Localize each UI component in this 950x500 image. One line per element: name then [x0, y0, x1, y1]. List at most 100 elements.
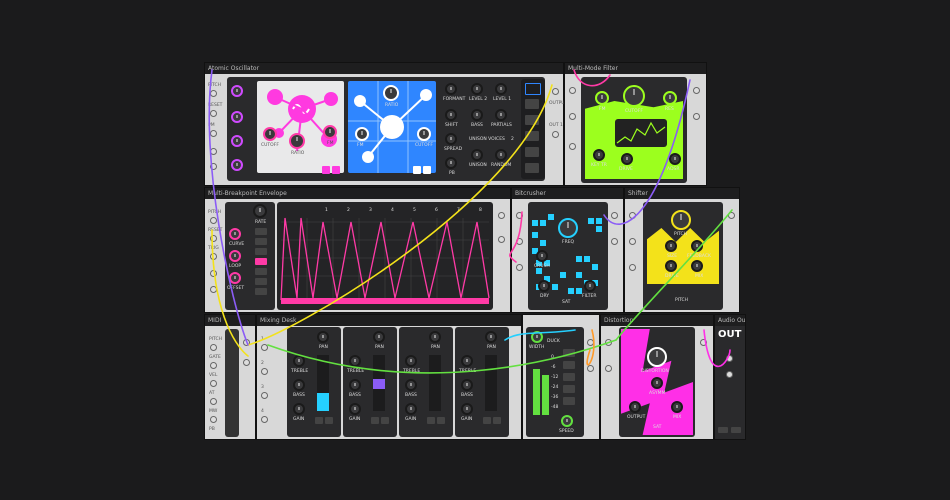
reset-jack[interactable] [210, 110, 217, 117]
mix-knob[interactable] [671, 401, 683, 413]
pan-knob[interactable] [317, 331, 329, 343]
treble-knob[interactable] [405, 355, 417, 367]
voice-button[interactable] [525, 99, 539, 109]
jack[interactable] [693, 113, 700, 120]
voice-button[interactable] [525, 163, 539, 173]
sat-label[interactable]: SAT [562, 300, 570, 305]
cutoff-knob-1[interactable] [263, 127, 277, 141]
asymm-knob[interactable] [651, 377, 663, 389]
drive-knob[interactable] [621, 153, 633, 165]
jack[interactable] [243, 359, 250, 366]
envelope-graph[interactable] [205, 188, 510, 312]
out1-jack[interactable] [552, 131, 559, 138]
output-jack[interactable] [498, 236, 505, 243]
meter-button[interactable] [563, 361, 575, 369]
output-jack[interactable] [728, 212, 735, 219]
unison-voices-value[interactable]: 2 [511, 137, 514, 142]
pb-knob[interactable] [231, 159, 243, 171]
output-jack[interactable] [552, 88, 559, 95]
meter-button[interactable] [563, 397, 575, 405]
voice-button[interactable] [525, 83, 541, 95]
mute-button[interactable] [427, 417, 435, 424]
feedback-knob[interactable] [691, 240, 703, 252]
output-knob[interactable] [629, 401, 641, 413]
gain-knob[interactable] [405, 403, 417, 415]
pm-jack[interactable] [210, 130, 217, 137]
fm-knob[interactable] [595, 91, 609, 105]
shift-knob[interactable] [231, 111, 243, 123]
jack[interactable] [210, 148, 217, 155]
unison-knob[interactable] [471, 149, 483, 161]
solo-button[interactable] [325, 417, 333, 424]
vel-jack[interactable] [210, 380, 217, 387]
res-knob[interactable] [663, 91, 677, 105]
level-2-knob[interactable] [471, 83, 483, 95]
pitch-knob[interactable] [671, 210, 691, 230]
spread-knob[interactable] [445, 133, 457, 145]
jack[interactable] [629, 212, 636, 219]
channel-3-fader[interactable] [429, 355, 441, 411]
jack[interactable] [693, 87, 700, 94]
jack[interactable] [243, 339, 250, 346]
cutoff-knob[interactable] [623, 85, 645, 107]
output-jack[interactable] [587, 339, 594, 346]
output-jack[interactable] [498, 212, 505, 219]
meter-button[interactable] [563, 349, 575, 357]
mw-jack[interactable] [210, 416, 217, 423]
sat-label[interactable]: SAT [653, 425, 661, 430]
channel-jack[interactable] [261, 392, 268, 399]
at-jack[interactable] [210, 398, 217, 405]
mute-button[interactable] [315, 417, 323, 424]
treble-knob[interactable] [349, 355, 361, 367]
out-left-jack[interactable] [726, 355, 733, 362]
dry-knob[interactable] [538, 280, 550, 292]
output-jack[interactable] [700, 339, 707, 346]
distortion-knob[interactable] [647, 347, 667, 367]
fm-knob-1[interactable] [323, 125, 337, 139]
treble-knob[interactable] [461, 355, 473, 367]
jack[interactable] [605, 365, 612, 372]
crush-knob[interactable] [536, 250, 548, 262]
pitch-jack[interactable] [210, 90, 217, 97]
pitch-mode-label[interactable]: PITCH [675, 298, 688, 303]
treble-knob[interactable] [293, 355, 305, 367]
jack[interactable] [210, 163, 217, 170]
size-knob[interactable] [665, 240, 677, 252]
op1-button[interactable] [322, 166, 330, 174]
jack[interactable] [629, 264, 636, 271]
formant-knob[interactable] [445, 83, 457, 95]
cutoff-knob-2[interactable] [417, 127, 431, 141]
op2-button[interactable] [423, 166, 431, 174]
op1-button[interactable] [332, 166, 340, 174]
bass-knob[interactable] [461, 379, 473, 391]
random-knob[interactable] [495, 149, 507, 161]
width-knob[interactable] [531, 331, 543, 343]
pitch-jack[interactable] [210, 344, 217, 351]
bass-knob[interactable] [471, 109, 483, 121]
channel-4-fader[interactable] [485, 355, 497, 411]
adsr-knob[interactable] [669, 153, 681, 165]
solo-button[interactable] [437, 417, 445, 424]
freq-knob[interactable] [558, 218, 578, 238]
jack[interactable] [605, 339, 612, 346]
pan-knob[interactable] [429, 331, 441, 343]
out-right-jack[interactable] [726, 371, 733, 378]
jack[interactable] [629, 238, 636, 245]
bass-knob[interactable] [293, 379, 305, 391]
voice-button[interactable] [525, 147, 539, 157]
channel-jack[interactable] [261, 416, 268, 423]
meter-button[interactable] [563, 373, 575, 381]
mute-button[interactable] [371, 417, 379, 424]
key-tr-knob[interactable] [593, 149, 605, 161]
mix-knob[interactable] [691, 260, 703, 272]
pan-knob[interactable] [485, 331, 497, 343]
spread-knob[interactable] [231, 135, 243, 147]
shift-knob[interactable] [445, 109, 457, 121]
ratio-knob-2[interactable] [383, 85, 399, 101]
fm-knob-2[interactable] [355, 127, 369, 141]
formant-knob[interactable] [231, 85, 243, 97]
voice-button[interactable] [525, 115, 539, 125]
pan-knob[interactable] [373, 331, 385, 343]
bass-knob[interactable] [349, 379, 361, 391]
filter-knob[interactable] [584, 280, 596, 292]
